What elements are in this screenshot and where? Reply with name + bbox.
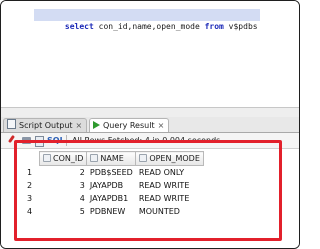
close-icon[interactable]: × (158, 121, 165, 130)
tab-script-output[interactable]: Script Output × (3, 118, 88, 132)
sql-table-name: v$pdbs (223, 22, 258, 31)
sql-keyword-from: from (204, 22, 224, 31)
output-tab-bar: Script Output × Query Result × (1, 117, 299, 133)
highlight-annotation-box (14, 140, 282, 241)
close-icon[interactable]: × (76, 121, 83, 130)
tab-query-result[interactable]: Query Result × (89, 118, 170, 132)
tab-script-output-label: Script Output (19, 121, 73, 130)
sql-worksheet-editor[interactable]: select con_id,name,open_mode from v$pdbs (1, 1, 299, 107)
sql-developer-window: select con_id,name,open_mode from v$pdbs… (0, 0, 300, 249)
panel-splitter[interactable] (1, 107, 299, 117)
sql-column-list: con_id,name,open_mode (93, 22, 205, 31)
sql-query-line[interactable]: select con_id,name,open_mode from v$pdbs (34, 9, 260, 31)
sql-keyword-select: select (64, 22, 94, 31)
run-query-icon (93, 121, 100, 129)
tab-query-result-label: Query Result (103, 121, 155, 130)
script-output-icon (7, 119, 16, 129)
